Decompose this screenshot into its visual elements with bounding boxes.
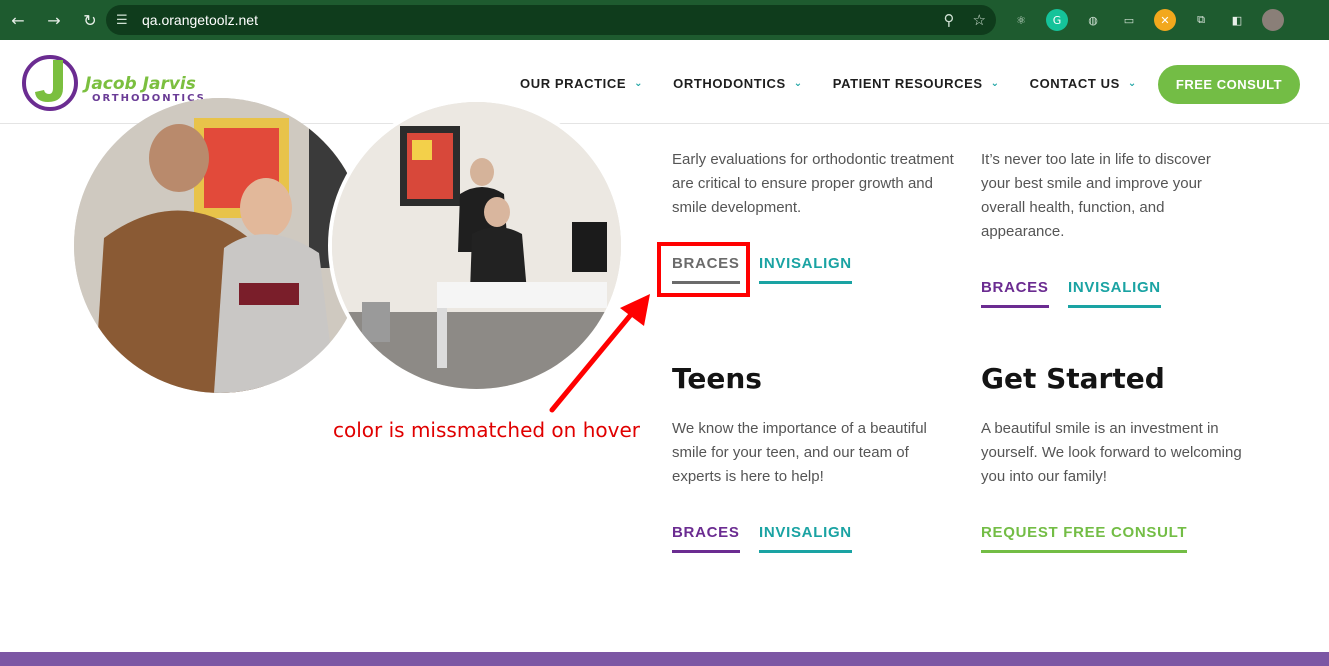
annotation-highlight-box bbox=[657, 242, 750, 297]
nav-orthodontics[interactable]: ORTHODONTICS ⌄ bbox=[673, 76, 803, 91]
extensions-puzzle-icon[interactable]: ⧉ bbox=[1190, 9, 1212, 31]
chevron-down-icon: ⌄ bbox=[1127, 78, 1137, 89]
nav-label: CONTACT US bbox=[1029, 76, 1120, 91]
screen-capture-icon[interactable]: ▭ bbox=[1118, 9, 1140, 31]
annotation-text: color is missmatched on hover bbox=[333, 418, 640, 442]
globe-icon[interactable]: ◍ bbox=[1082, 9, 1104, 31]
browser-toolbar: ← → ↻ ☰ qa.orangetoolz.net ⚲ ☆ ⚛ G ◍ ▭ ✕… bbox=[0, 0, 1329, 40]
chevron-down-icon: ⌄ bbox=[793, 78, 803, 89]
doctor-patient-photo bbox=[74, 98, 366, 393]
back-icon[interactable]: ← bbox=[0, 11, 36, 30]
grammarly-icon[interactable]: G bbox=[1046, 9, 1068, 31]
nav-contact-us[interactable]: CONTACT US ⌄ bbox=[1030, 76, 1137, 91]
photo-illustration bbox=[74, 98, 366, 393]
teens-description: We know the importance of a beautiful sm… bbox=[672, 420, 927, 485]
site-info-icon[interactable]: ☰ bbox=[116, 13, 134, 28]
nav-label: PATIENT RESOURCES bbox=[832, 76, 983, 91]
invisalign-link[interactable]: INVISALIGN bbox=[759, 524, 852, 553]
logo-name[interactable]: Jacob Jarvis bbox=[85, 74, 196, 94]
children-description: Early evaluations for orthodontic treatm… bbox=[672, 151, 954, 216]
bookmark-star-icon[interactable]: ☆ bbox=[973, 11, 986, 29]
nav-patient-resources[interactable]: PATIENT RESOURCES ⌄ bbox=[833, 76, 1000, 91]
extension-badge-icon[interactable]: ✕ bbox=[1154, 9, 1176, 31]
invisalign-link[interactable]: INVISALIGN bbox=[1068, 279, 1161, 308]
adults-description: It’s never too late in life to discover … bbox=[981, 151, 1211, 240]
get-started-heading: Get Started bbox=[981, 362, 1165, 395]
profile-avatar[interactable] bbox=[1262, 9, 1284, 31]
braces-link[interactable]: BRACES bbox=[981, 279, 1049, 308]
reload-icon[interactable]: ↻ bbox=[72, 11, 108, 30]
zoom-icon[interactable]: ⚲ bbox=[944, 11, 955, 29]
chevron-down-icon: ⌄ bbox=[990, 78, 1000, 89]
logo-icon[interactable] bbox=[20, 52, 80, 112]
chevron-down-icon: ⌄ bbox=[634, 78, 644, 89]
request-free-consult-link[interactable]: REQUEST FREE CONSULT bbox=[981, 524, 1188, 553]
braces-link[interactable]: BRACES bbox=[672, 524, 740, 553]
footer-band bbox=[0, 652, 1329, 666]
url-text[interactable]: qa.orangetoolz.net bbox=[142, 12, 258, 28]
teens-heading: Teens bbox=[672, 362, 762, 395]
nav-label: ORTHODONTICS bbox=[673, 76, 786, 91]
nav-label: OUR PRACTICE bbox=[520, 76, 627, 91]
annotation-arrow-icon bbox=[549, 294, 650, 413]
nav-our-practice[interactable]: OUR PRACTICE ⌄ bbox=[520, 76, 643, 91]
main-nav: OUR PRACTICE ⌄ ORTHODONTICS ⌄ PATIENT RE… bbox=[520, 76, 1137, 91]
react-devtools-icon[interactable]: ⚛ bbox=[1010, 9, 1032, 31]
forward-icon[interactable]: → bbox=[36, 11, 72, 30]
address-bar[interactable]: ☰ qa.orangetoolz.net ⚲ ☆ bbox=[106, 5, 996, 35]
invisalign-link[interactable]: INVISALIGN bbox=[759, 255, 852, 284]
get-started-description: A beautiful smile is an investment in yo… bbox=[981, 420, 1242, 485]
free-consult-button[interactable]: FREE CONSULT bbox=[1158, 65, 1300, 104]
side-panel-icon[interactable]: ◧ bbox=[1226, 9, 1248, 31]
